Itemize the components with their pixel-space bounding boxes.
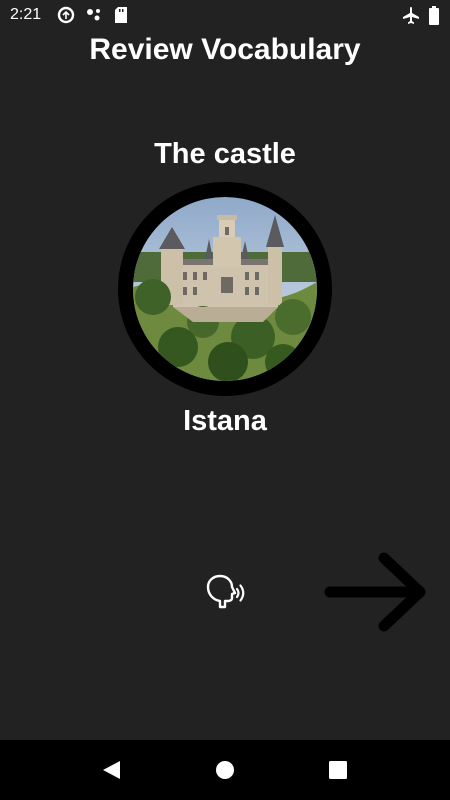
- speak-icon: [206, 574, 245, 609]
- review-vocabulary-screen: 2:21 Review Vocabulary The castle Istana: [0, 0, 450, 800]
- back-icon: [103, 761, 120, 779]
- status-time: 2:21: [10, 6, 42, 23]
- home-button[interactable]: [215, 760, 235, 785]
- recents-button[interactable]: [328, 760, 348, 785]
- home-icon: [216, 761, 234, 779]
- vocabulary-word: The castle: [154, 138, 296, 170]
- arrow-right-icon: [324, 552, 426, 632]
- status-bar: 2:21: [0, 0, 450, 30]
- sd-card-icon: [114, 6, 128, 29]
- speak-button[interactable]: [203, 573, 247, 613]
- next-button[interactable]: [322, 550, 430, 634]
- page-title: Review Vocabulary: [89, 33, 361, 66]
- data-saver-icon: [57, 6, 75, 29]
- airplane-mode-icon: [402, 6, 420, 29]
- vocabulary-image-frame: [118, 182, 332, 396]
- vocabulary-translation: Istana: [183, 405, 267, 437]
- navigation-bar: [0, 740, 450, 800]
- assistant-dots-icon: [85, 6, 103, 29]
- recents-icon: [329, 761, 347, 779]
- battery-icon: [428, 6, 440, 30]
- castle-photo: [133, 197, 317, 381]
- back-button[interactable]: [100, 759, 122, 786]
